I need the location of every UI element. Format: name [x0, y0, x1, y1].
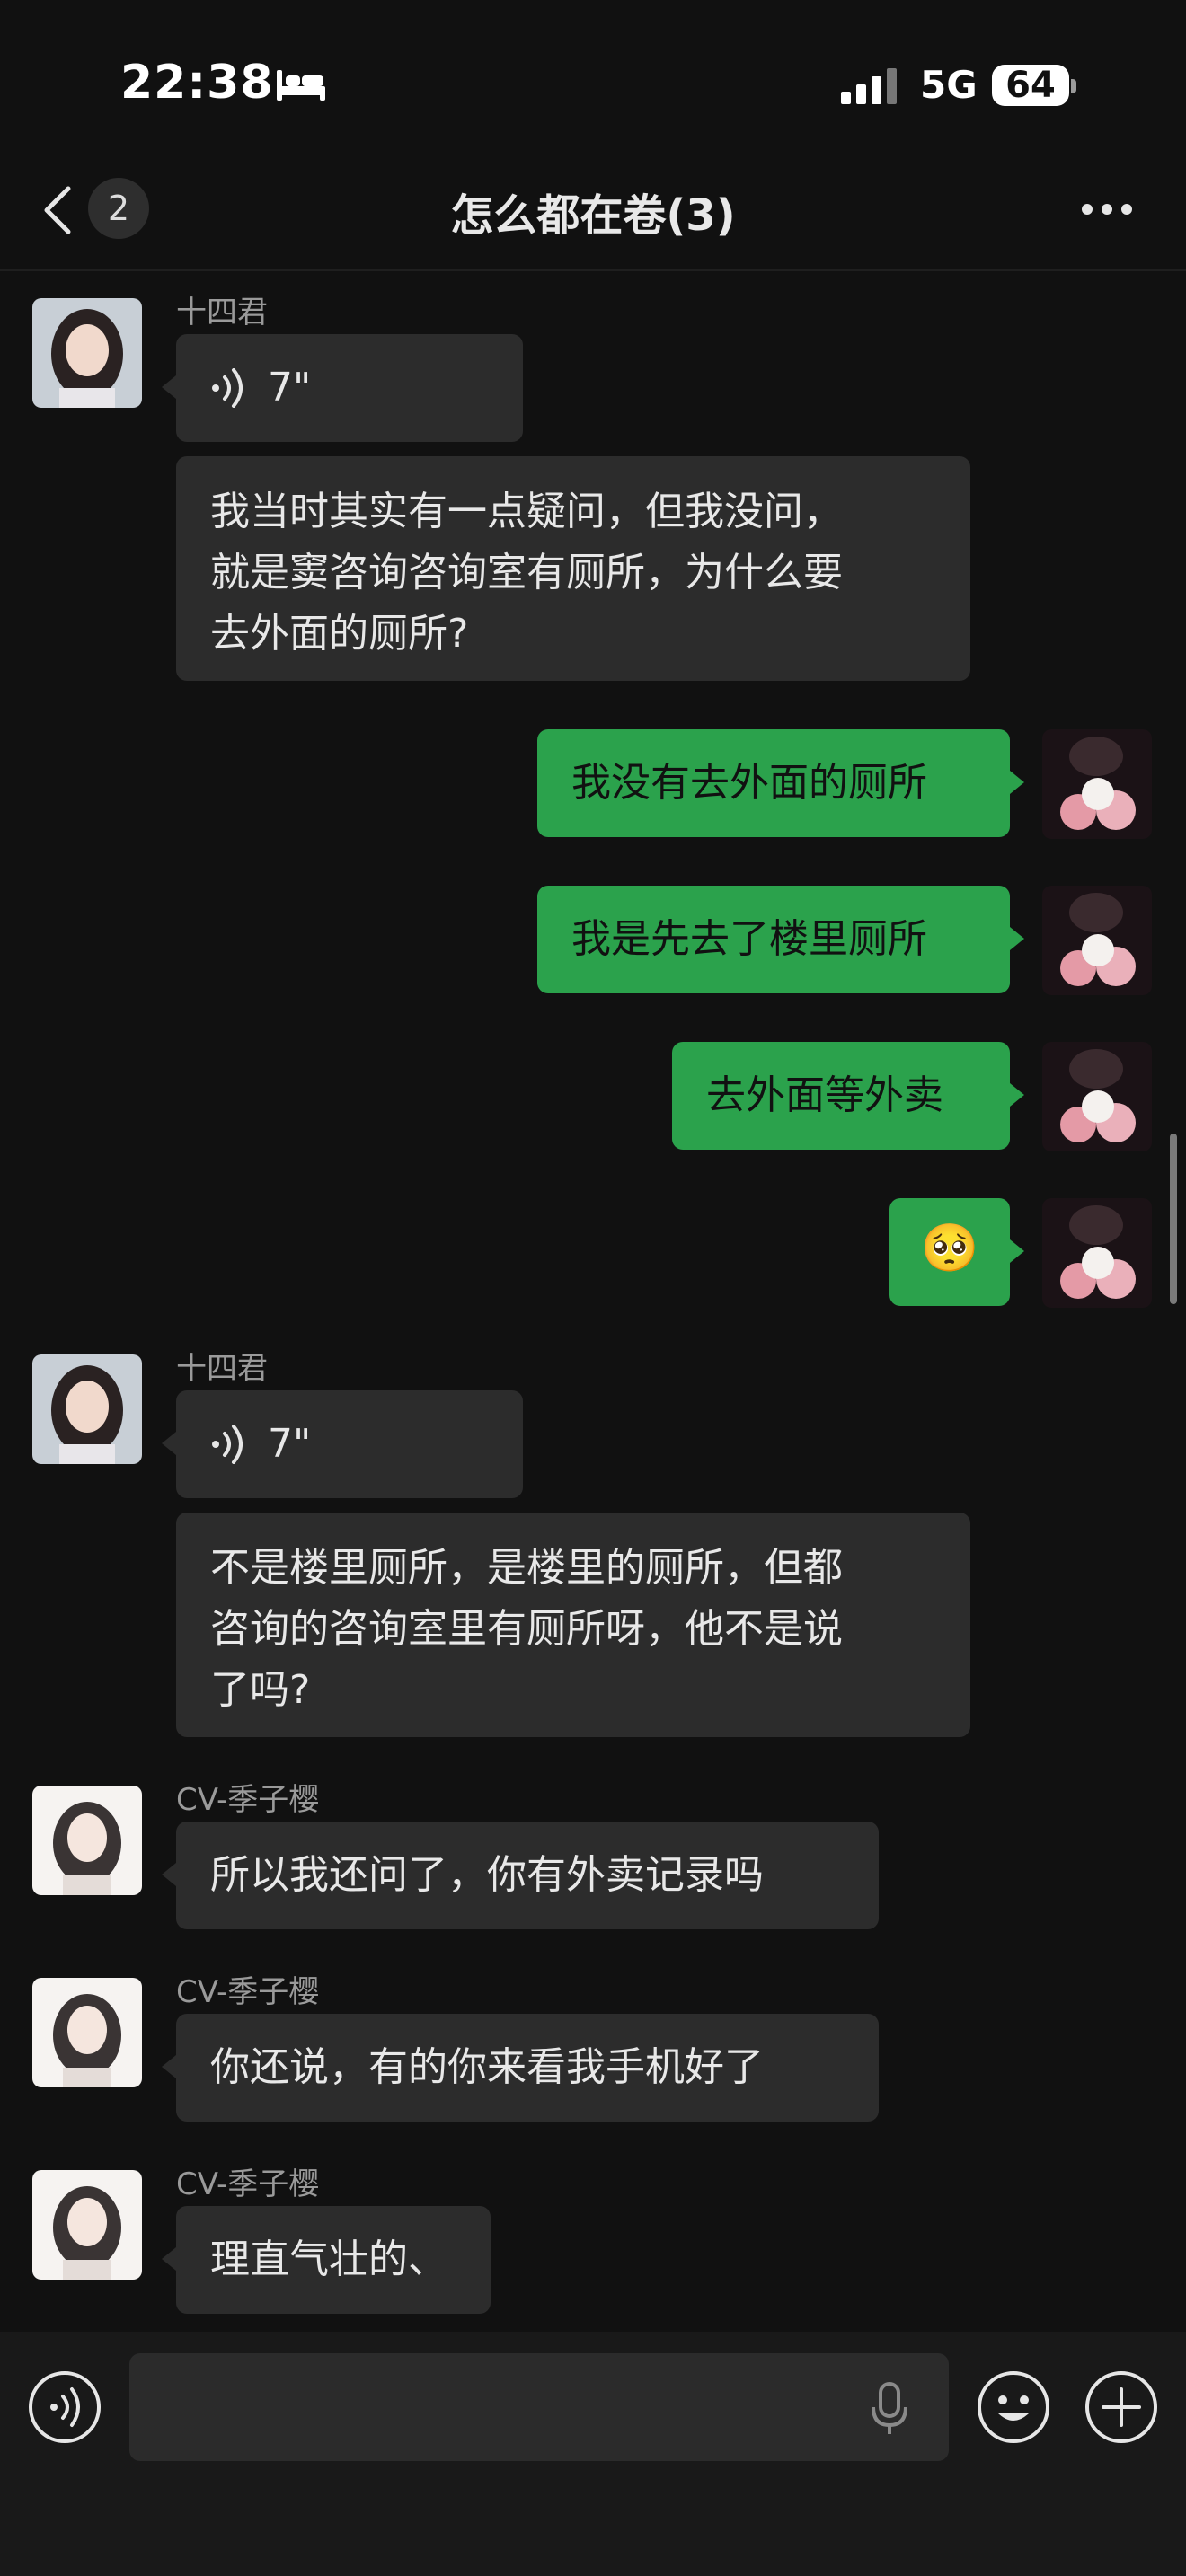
emoji-message: 🥺: [920, 1222, 979, 1275]
message-input[interactable]: [129, 2353, 949, 2461]
avatar-shisijun[interactable]: [32, 1354, 142, 1464]
sent-emoji-bubble[interactable]: 🥺: [890, 1198, 1010, 1306]
voice-message-bubble[interactable]: 7": [176, 334, 523, 442]
battery-tip: [1071, 79, 1076, 93]
message-text: 我是先去了楼里厕所: [571, 916, 927, 962]
voice-wave-icon: [212, 368, 243, 408]
avatar-photo-icon: [1042, 1198, 1152, 1308]
bubble-tail: [1010, 927, 1024, 950]
chevron-left-icon[interactable]: [40, 183, 75, 237]
avatar-self[interactable]: [1042, 729, 1152, 839]
bubble-tail: [1010, 1083, 1024, 1107]
message-line: 去外面的厕所?: [210, 611, 469, 657]
message-text: 去外面等外卖: [706, 1072, 943, 1118]
text-message-bubble[interactable]: 理直气壮的、: [176, 2206, 491, 2314]
message-text: 你还说，有的你来看我手机好了: [210, 2044, 764, 2090]
message-line: 咨询的咨询室里有厕所呀，他不是说: [210, 1606, 843, 1652]
emoji-icon[interactable]: [976, 2369, 1051, 2445]
message-line: 我当时其实有一点疑问，但我没问，: [210, 489, 843, 534]
avatar-self[interactable]: [1042, 1198, 1152, 1308]
avatar-shisijun[interactable]: [32, 298, 142, 408]
nav-divider: [0, 269, 1186, 271]
status-time: 22:38: [120, 56, 274, 110]
voice-duration: 7": [268, 1421, 312, 1467]
message-text: 理直气壮的、: [210, 2236, 447, 2282]
network-type: 5G: [920, 63, 978, 107]
unread-count-badge[interactable]: 2: [88, 178, 149, 239]
text-message-bubble[interactable]: 你还说，有的你来看我手机好了: [176, 2014, 879, 2122]
avatar-photo-icon: [1042, 886, 1152, 995]
sent-message-bubble[interactable]: 我没有去外面的厕所: [537, 729, 1010, 837]
sender-name: CV-季子樱: [176, 1782, 320, 1818]
avatar-illustration-icon: [32, 2170, 142, 2280]
message-line: 就是窦咨询咨询室有厕所，为什么要: [210, 550, 843, 595]
bubble-tail: [1010, 771, 1024, 794]
avatar-jiziying[interactable]: [32, 1978, 142, 2087]
voice-wave-icon: [212, 1425, 243, 1464]
microphone-icon[interactable]: [868, 2380, 911, 2438]
text-message-bubble[interactable]: 不是楼里厕所，是楼里的厕所，但都 咨询的咨询室里有厕所呀，他不是说 了吗?: [176, 1513, 970, 1737]
text-message-bubble[interactable]: 所以我还问了，你有外卖记录吗: [176, 1822, 879, 1929]
avatar-jiziying[interactable]: [32, 2170, 142, 2280]
sent-message-bubble[interactable]: 我是先去了楼里厕所: [537, 886, 1010, 993]
bubble-tail: [1010, 1239, 1024, 1263]
avatar-jiziying[interactable]: [32, 1786, 142, 1895]
bubble-tail: [162, 1863, 176, 1886]
sender-name: 十四君: [176, 1351, 268, 1387]
avatar-photo-icon: [1042, 729, 1152, 839]
text-message-bubble[interactable]: 我当时其实有一点疑问，但我没问， 就是窦咨询咨询室有厕所，为什么要 去外面的厕所…: [176, 456, 970, 681]
avatar-photo-icon: [1042, 1042, 1152, 1151]
sender-name: 十四君: [176, 295, 268, 331]
avatar-self[interactable]: [1042, 886, 1152, 995]
scrollbar[interactable]: [1170, 1134, 1177, 1304]
plus-icon[interactable]: [1084, 2369, 1159, 2445]
battery-indicator: 64: [992, 65, 1069, 106]
message-text: 我没有去外面的厕所: [571, 760, 927, 806]
bubble-tail: [162, 375, 176, 399]
bubble-tail: [162, 1432, 176, 1455]
sender-name: CV-季子樱: [176, 1974, 320, 2010]
message-text: 所以我还问了，你有外卖记录吗: [210, 1852, 764, 1898]
avatar-illustration-icon: [32, 1978, 142, 2087]
sleep-bed-icon: [277, 70, 325, 101]
bubble-tail: [162, 2055, 176, 2078]
avatar-illustration-icon: [32, 1786, 142, 1895]
chat-title: 怎么都在卷(3): [450, 190, 736, 241]
voice-duration: 7": [268, 365, 312, 410]
sender-name: CV-季子樱: [176, 2166, 320, 2202]
cellular-signal-icon: [841, 68, 897, 104]
message-line: 不是楼里厕所，是楼里的厕所，但都: [210, 1545, 843, 1591]
avatar-photo-icon: [32, 298, 142, 408]
avatar-photo-icon: [32, 1354, 142, 1464]
voice-icon[interactable]: [27, 2369, 102, 2445]
voice-message-bubble[interactable]: 7": [176, 1390, 523, 1498]
avatar-self[interactable]: [1042, 1042, 1152, 1151]
more-dots-icon[interactable]: [1078, 196, 1136, 223]
sent-message-bubble[interactable]: 去外面等外卖: [672, 1042, 1010, 1150]
message-line: 了吗?: [210, 1667, 311, 1713]
bubble-tail: [162, 2247, 176, 2271]
